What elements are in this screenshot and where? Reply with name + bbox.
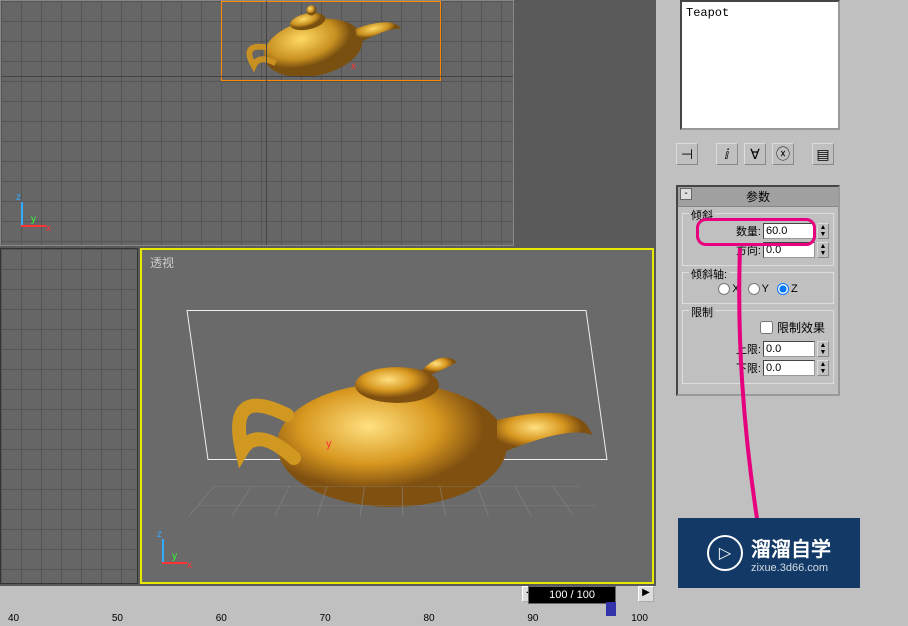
axis-x-radio[interactable]: X [718, 283, 739, 295]
unique-button[interactable]: ∀ [744, 143, 766, 165]
axis-z-label: z [157, 529, 162, 540]
direction-row: 方向: ▲▼ [687, 242, 829, 258]
remove-icon: ⓧ [776, 144, 790, 164]
upper-input[interactable] [763, 341, 815, 357]
lower-label: 下限: [736, 360, 761, 376]
grid [1, 249, 137, 583]
time-slider[interactable] [606, 602, 616, 616]
limit-group: 限制 限制效果 上限: ▲▼ 下限: ▲▼ [682, 310, 834, 384]
axis-line-v [266, 1, 267, 245]
direction-input[interactable] [763, 242, 815, 258]
amount-spinner[interactable]: ▲▼ [817, 223, 829, 239]
play-icon: ▷ [707, 535, 743, 571]
radio-label: Z [791, 283, 798, 295]
axis-y-label: y [31, 214, 36, 225]
viewport-label: 透视 [150, 254, 174, 271]
amount-row: 数量: ▲▼ [687, 223, 829, 239]
limit-legend: 限制 [689, 304, 715, 320]
watermark-url: zixue.3d66.com [751, 562, 831, 574]
pin-icon: ⊣ [681, 146, 693, 163]
rollout-title: 参数 [746, 190, 770, 204]
direction-spinner[interactable]: ▲▼ [817, 242, 829, 258]
axis-gizmo: z x y [11, 197, 51, 237]
timeline-scroll-right[interactable]: ▶ [638, 586, 654, 602]
watermark-title: 溜溜自学 [751, 533, 831, 562]
upper-label: 上限: [736, 341, 761, 357]
axis-legend: 倾斜轴: [689, 266, 729, 282]
remove-button[interactable]: ⓧ [772, 143, 794, 165]
tick: 60 [216, 613, 227, 624]
watermark: ▷ 溜溜自学 zixue.3d66.com [678, 518, 860, 588]
limit-effect-label: 限制效果 [777, 319, 825, 336]
skew-axis-group: 倾斜轴: X Y Z [682, 272, 834, 304]
amount-input[interactable] [763, 223, 815, 239]
axis-x-label: x [187, 560, 192, 571]
axis-line-h [1, 76, 513, 77]
pin-stack-button[interactable]: ⊣ [676, 143, 698, 165]
lower-spinner[interactable]: ▲▼ [817, 360, 829, 376]
show-result-button[interactable]: ⅈ [716, 143, 738, 165]
viewport-area: x z x y 透视 y z x [0, 0, 656, 586]
viewport-perspective[interactable]: 透视 y z x y [140, 248, 654, 584]
config-icon: ▤ [816, 146, 829, 163]
tick: 80 [424, 613, 435, 624]
viewport-bottom-left[interactable] [0, 248, 138, 584]
unique-icon: ∀ [750, 146, 760, 163]
axis-z-label: z [16, 192, 21, 203]
result-icon: ⅈ [725, 146, 730, 163]
configure-button[interactable]: ▤ [812, 143, 834, 165]
viewport-top-right[interactable]: x z x y [0, 0, 514, 246]
tick: 40 [8, 613, 19, 624]
radio-label: X [732, 283, 739, 295]
axis-gizmo: z x y [152, 534, 192, 574]
upper-spinner[interactable]: ▲▼ [817, 341, 829, 357]
radio-label: Y [762, 283, 769, 295]
tick: 90 [527, 613, 538, 624]
axis-x-label: x [351, 61, 356, 72]
limit-effect-checkbox[interactable] [760, 321, 773, 334]
tick: 100 [631, 613, 648, 624]
timeline-ruler[interactable]: 40 50 60 70 80 90 100 [8, 602, 648, 624]
axis-y-marker: y [326, 438, 332, 450]
axis-x-label: x [46, 223, 51, 234]
amount-label: 数量: [736, 223, 761, 239]
tick: 50 [112, 613, 123, 624]
parameters-rollout: - 参数 倾斜 数量: ▲▼ 方向: ▲▼ 倾斜轴: X Y Z [676, 185, 840, 396]
timeline: ◀ 100 / 100 ▶ 40 50 60 70 80 90 100 [0, 586, 656, 626]
axis-z-radio[interactable]: Z [777, 283, 798, 295]
lower-input[interactable] [763, 360, 815, 376]
skew-legend: 倾斜 [689, 207, 715, 223]
list-item[interactable]: Teapot [686, 6, 834, 20]
axis-y-label: y [172, 551, 177, 562]
modifier-toolbar: ⊣ ⅈ ∀ ⓧ ▤ [676, 142, 840, 166]
object-list[interactable]: Teapot [680, 0, 840, 130]
collapse-toggle[interactable]: - [680, 188, 692, 200]
ground-grid [188, 486, 605, 516]
skew-group: 倾斜 数量: ▲▼ 方向: ▲▼ [682, 213, 834, 266]
tick: 70 [320, 613, 331, 624]
axis-y-radio[interactable]: Y [748, 283, 769, 295]
rollout-header[interactable]: - 参数 [678, 187, 838, 207]
direction-label: 方向: [736, 242, 761, 258]
